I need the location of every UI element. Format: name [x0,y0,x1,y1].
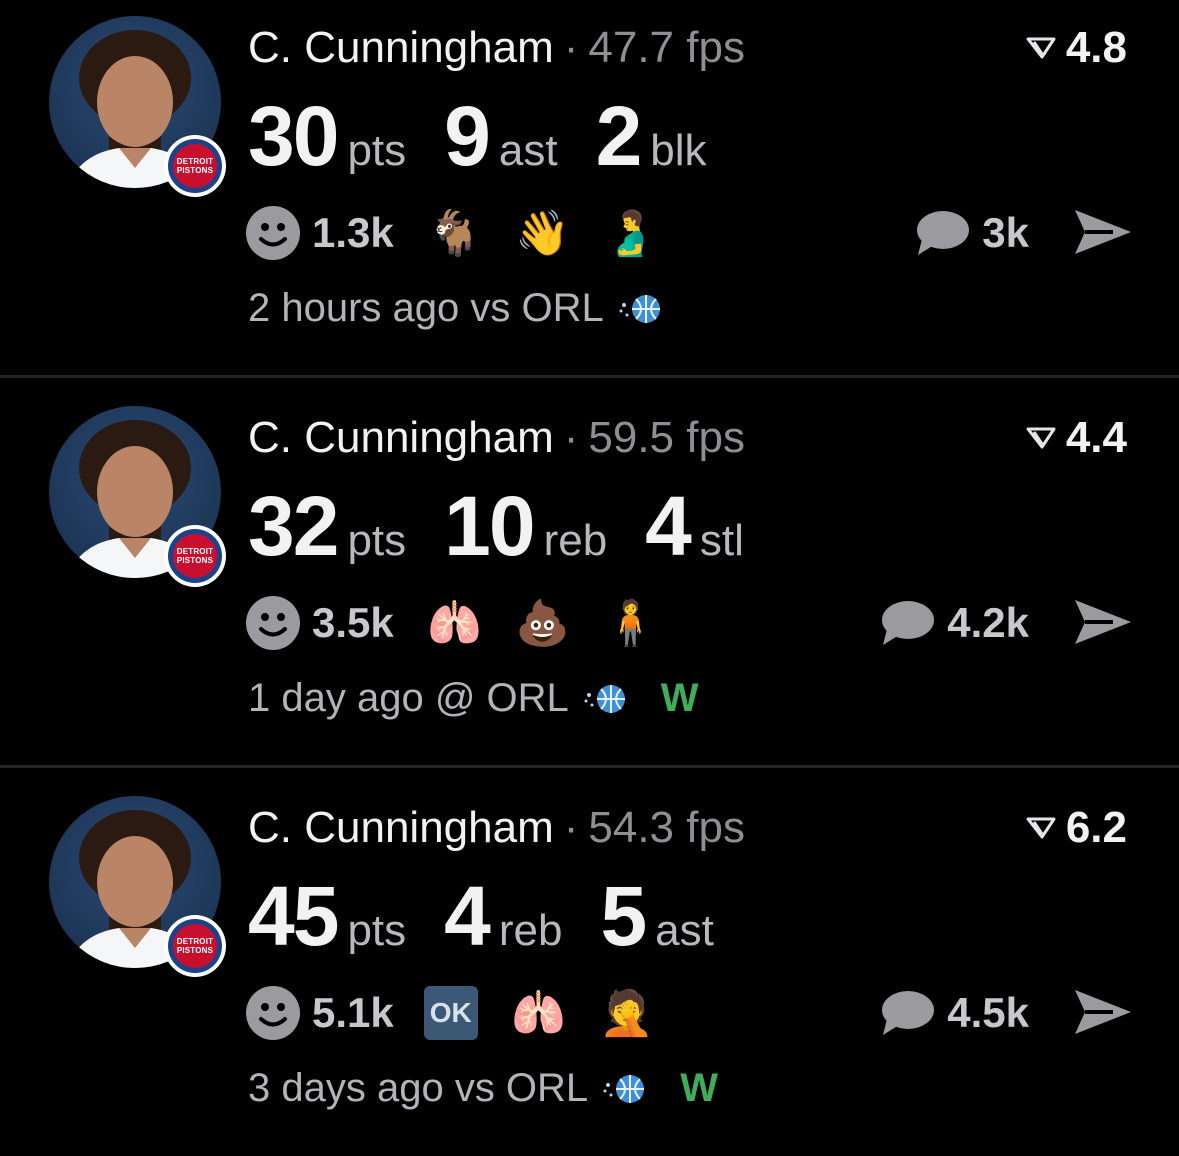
fps-value: 47.7 fps [588,23,745,72]
paper-plane-icon [1075,990,1131,1034]
orlando-magic-ball-icon [619,294,660,323]
lungs-emoji[interactable]: 🫁 [424,592,486,654]
reactions-bar[interactable]: 3.5k 🫁 💩 🧍 [246,588,688,658]
stat-value: 4 [645,479,692,573]
stat-line: 32 pts 10 reb 4 stl [248,476,782,576]
comment-count: 3k [982,209,1029,256]
game-time-opponent: 1 day ago @ ORL [248,676,569,720]
paper-plane-icon [1075,210,1131,254]
game-card[interactable]: DETROIT PISTONS C. Cunningham · 59.5 fps 4.… [0,390,1179,766]
stat-value: 9 [444,89,491,183]
rating-value: 4.8 [1065,23,1127,72]
stat-unit: stl [699,516,744,565]
player-header: C. Cunningham · 59.5 fps [248,413,745,462]
player-header: C. Cunningham · 54.3 fps [248,803,745,852]
speech-bubble-icon [882,601,935,645]
stat-unit: reb [543,516,608,565]
smiley-icon[interactable] [246,986,300,1040]
speech-bubble-icon [882,991,935,1035]
rating[interactable]: 4.4 [1026,412,1127,464]
player-name[interactable]: C. Cunningham [248,803,554,852]
game-meta: 1 day ago @ ORL W [248,676,699,721]
comment-count: 4.2k [947,599,1029,646]
share-button[interactable] [1073,596,1133,653]
rating-triangle-icon [1026,37,1056,59]
stat-unit: pts [347,906,407,955]
stat-unit: pts [347,516,407,565]
game-meta: 3 days ago vs ORL W [248,1066,718,1111]
stat-value: 30 [248,89,339,183]
comment-count: 4.5k [947,989,1029,1036]
reaction-count: 3.5k [312,599,394,646]
fps-value: 59.5 fps [588,413,745,462]
comments-button[interactable]: 3k [914,198,1029,268]
paper-plane-icon [1075,600,1131,644]
game-card[interactable]: DETROIT PISTONS C. Cunningham · 47.7 fps 4.… [0,0,1179,376]
smiley-icon[interactable] [246,206,300,260]
player-name[interactable]: C. Cunningham [248,23,554,72]
player-name[interactable]: C. Cunningham [248,413,554,462]
rating[interactable]: 6.2 [1026,802,1127,854]
game-meta: 2 hours ago vs ORL [248,286,696,331]
stat-value: 5 [600,869,647,963]
game-card[interactable]: DETROIT PISTONS C. Cunningham · 54.3 fps 6.… [0,780,1179,1156]
card-divider [0,375,1179,378]
rating-value: 4.4 [1065,413,1127,462]
comments-button[interactable]: 4.5k [879,978,1029,1048]
goat-emoji[interactable]: 🐐 [424,202,486,264]
comments-button[interactable]: 4.2k [879,588,1029,658]
stat-value: 2 [595,89,643,183]
player-header: C. Cunningham · 47.7 fps [248,23,745,72]
waving-hand-emoji[interactable]: 👋 [512,202,574,264]
reaction-count: 5.1k [312,989,394,1036]
ok-button-emoji[interactable]: OK [423,986,478,1040]
team-logo: DETROIT PISTONS [164,525,226,587]
reactions-bar[interactable]: 1.3k 🐐 👋 🫃 [246,198,688,268]
stat-value: 4 [444,869,491,963]
card-divider [0,765,1179,768]
stat-unit: reb [498,906,563,955]
stat-unit: ast [655,906,714,955]
game-time-opponent: 2 hours ago vs ORL [248,286,604,330]
stat-value: 10 [444,479,535,573]
rating[interactable]: 4.8 [1026,22,1127,74]
game-result: W [660,676,699,720]
person-meme-emoji[interactable]: 🧍 [600,592,662,654]
pregnant-man-emoji[interactable]: 🫃 [600,202,662,264]
speech-bubble-icon [917,211,970,255]
team-logo: DETROIT PISTONS [164,135,226,197]
stat-unit: pts [347,126,407,175]
game-time-opponent: 3 days ago vs ORL [248,1066,589,1110]
share-button[interactable] [1073,206,1133,263]
rating-triangle-icon [1026,817,1056,839]
lungs-emoji[interactable]: 🫁 [508,982,570,1044]
orlando-magic-ball-icon [603,1074,645,1103]
game-result: W [680,1066,718,1110]
smiley-icon[interactable] [246,596,300,650]
pile-of-poo-emoji[interactable]: 💩 [512,592,574,654]
stat-line: 45 pts 4 reb 5 ast [248,866,752,966]
reaction-count: 1.3k [312,209,394,256]
fps-value: 54.3 fps [588,803,745,852]
share-button[interactable] [1073,986,1133,1043]
rating-value: 6.2 [1065,803,1127,852]
stat-line: 30 pts 9 ast 2 blk [248,86,745,186]
orlando-magic-ball-icon [584,684,625,713]
team-logo: DETROIT PISTONS [164,915,226,977]
stat-value: 32 [248,479,339,573]
stat-unit: blk [650,126,707,175]
facepalm-emoji[interactable]: 🤦 [596,982,658,1044]
stat-unit: ast [498,126,558,175]
stat-value: 45 [248,869,339,963]
rating-triangle-icon [1026,427,1056,449]
reactions-bar[interactable]: 5.1k OK 🫁 🤦 [246,978,684,1048]
